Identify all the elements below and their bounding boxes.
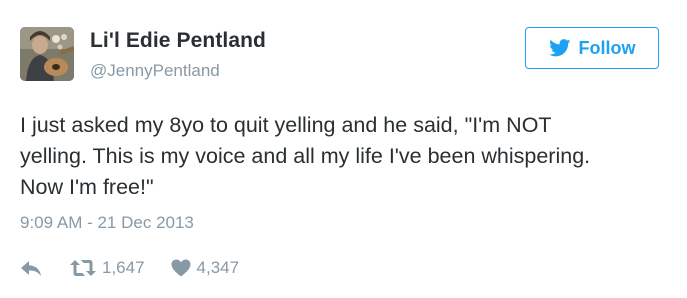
profile-photo-icon	[20, 27, 74, 81]
tweet-text-line: Now I'm free!"	[20, 175, 154, 199]
retweet-button[interactable]: 1,647	[70, 258, 145, 278]
retweet-icon	[70, 260, 96, 276]
tweet-text: I just asked my 8yo to quit yelling and …	[20, 110, 670, 203]
display-name[interactable]: Li'l Edie Pentland	[90, 29, 266, 53]
heart-icon	[171, 259, 191, 277]
reply-icon	[21, 261, 41, 276]
follow-button-label: Follow	[578, 37, 636, 58]
tweet-text-line: I just asked my 8yo to quit yelling and …	[20, 113, 552, 137]
tweet-timestamp[interactable]: 9:09 AM - 21 Dec 2013	[20, 213, 194, 233]
avatar[interactable]	[20, 27, 74, 81]
follow-button[interactable]: Follow	[525, 27, 659, 69]
retweet-count: 1,647	[102, 258, 145, 277]
twitter-bird-icon	[548, 39, 570, 57]
like-button[interactable]: 4,347	[171, 258, 240, 278]
tweet-card: Li'l Edie Pentland @JennyPentland Follow…	[0, 0, 687, 298]
tweet-actions: 1,647 4,347	[20, 255, 239, 281]
reply-button[interactable]	[20, 259, 42, 277]
like-count: 4,347	[196, 258, 240, 277]
tweet-text-line: yelling. This is my voice and all my lif…	[20, 144, 591, 168]
user-handle[interactable]: @JennyPentland	[90, 61, 220, 81]
